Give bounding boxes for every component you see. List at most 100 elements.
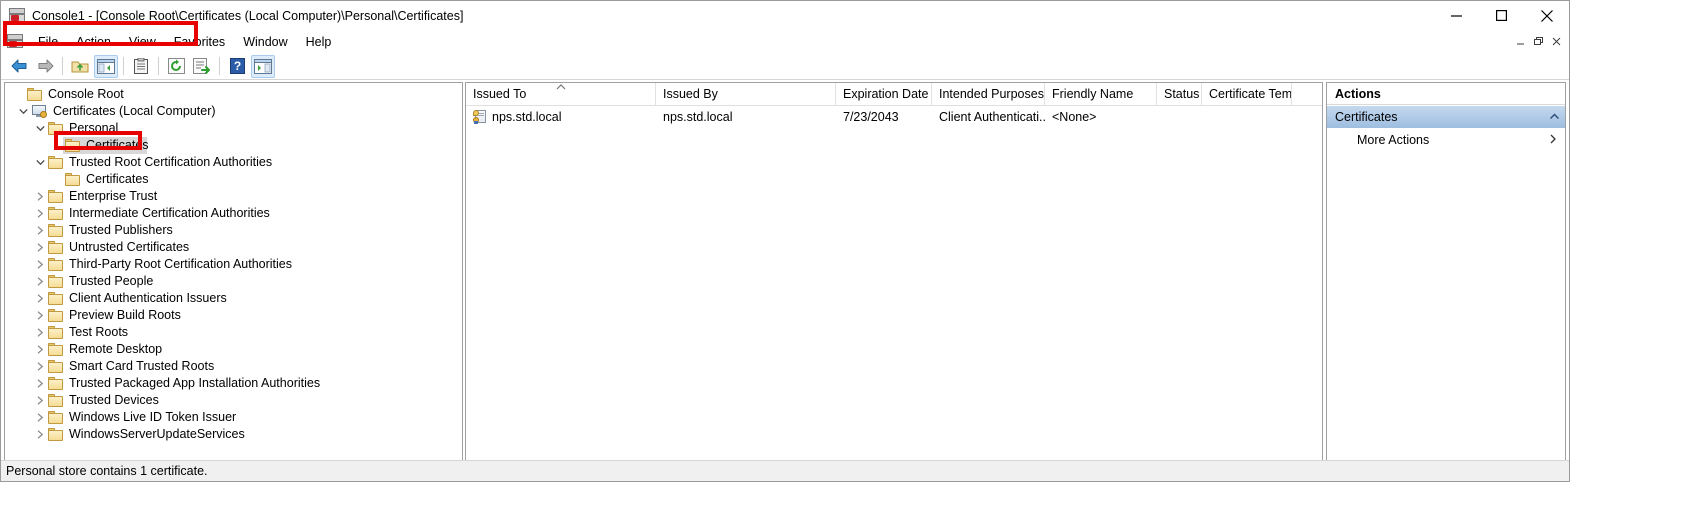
column-header[interactable]: Friendly Name [1045, 83, 1157, 105]
tree-node[interactable]: Smart Card Trusted Roots [5, 358, 462, 375]
mdi-minimize-icon[interactable] [1512, 33, 1529, 49]
up-one-level-button[interactable] [68, 55, 92, 78]
column-header[interactable]: Issued By [656, 83, 836, 105]
chevron-up-icon[interactable] [1550, 113, 1559, 122]
tree-node[interactable]: Remote Desktop [5, 341, 462, 358]
tree-node[interactable]: Enterprise Trust [5, 188, 462, 205]
tree-node[interactable]: Trusted Devices [5, 392, 462, 409]
table-cell: nps.std.local [466, 110, 656, 124]
column-header[interactable]: Certificate Tem... [1202, 83, 1292, 105]
tree-node-label: Third-Party Root Certification Authoriti… [69, 256, 292, 273]
chevron-right-icon[interactable] [32, 342, 48, 358]
certificates-list[interactable]: nps.std.localnps.std.local 7/23/2043 Clien… [466, 106, 1322, 461]
tree-node[interactable]: Client Authentication Issuers [5, 290, 462, 307]
column-header[interactable]: Intended Purposes [932, 83, 1045, 105]
status-text: Personal store contains 1 certificate. [6, 464, 208, 478]
tree-node[interactable]: Certificates [5, 137, 462, 154]
toolbar: ? [1, 53, 1569, 80]
export-list-icon [193, 58, 211, 74]
back-button[interactable] [7, 55, 31, 78]
refresh-button[interactable] [164, 55, 188, 78]
folder-icon [48, 292, 64, 305]
chevron-right-icon[interactable] [32, 410, 48, 426]
chevron-right-icon[interactable] [32, 189, 48, 205]
menu-item-action[interactable]: Action [67, 32, 120, 52]
chevron-right-icon[interactable] [32, 325, 48, 341]
action-item-more-actions[interactable]: More Actions [1327, 128, 1565, 151]
tree-node[interactable]: Test Roots [5, 324, 462, 341]
menu-item-favorites[interactable]: Favorites [165, 32, 234, 52]
tree-node[interactable]: Certificates [5, 171, 462, 188]
chevron-right-icon[interactable] [32, 359, 48, 375]
close-icon[interactable] [1524, 1, 1569, 30]
tree-node[interactable]: Windows Live ID Token Issuer [5, 409, 462, 426]
title-bar: Console1 - [Console Root\Certificates (L… [1, 0, 1569, 30]
chevron-right-icon[interactable] [32, 274, 48, 290]
show-hide-tree-button[interactable] [94, 55, 118, 78]
chevron-right-icon[interactable] [32, 427, 48, 443]
cell-text: 7/23/2043 [843, 110, 899, 124]
menu-item-file[interactable]: File [29, 32, 67, 52]
tree-node[interactable]: Certificates (Local Computer) [5, 103, 462, 120]
minimize-icon[interactable] [1434, 1, 1479, 30]
export-list-button[interactable] [190, 55, 214, 78]
column-header-label: Intended Purposes [939, 87, 1044, 101]
folder-icon [48, 275, 64, 288]
mdi-restore-icon[interactable] [1530, 33, 1547, 49]
tree-node[interactable]: WindowsServerUpdateServices [5, 426, 462, 443]
tree-node[interactable]: Console Root [5, 86, 462, 103]
forward-button[interactable] [33, 55, 57, 78]
tree-node[interactable]: Trusted People [5, 273, 462, 290]
chevron-right-icon[interactable] [32, 308, 48, 324]
certificates-list-pane[interactable]: Issued ToIssued By Expiration Date Intende… [465, 82, 1323, 462]
tree-node[interactable]: Personal [5, 120, 462, 137]
show-hide-action-pane-button[interactable] [251, 55, 275, 78]
chevron-right-icon[interactable] [32, 291, 48, 307]
cell-text: Client Authenticati... [939, 110, 1045, 124]
help-button[interactable]: ? [225, 55, 249, 78]
table-cell: nps.std.local [656, 110, 836, 124]
tree-node[interactable]: Untrusted Certificates [5, 239, 462, 256]
menu-item-view[interactable]: View [120, 32, 165, 52]
column-header[interactable]: Issued To [466, 83, 656, 105]
tree-node[interactable]: Trusted Root Certification Authorities [5, 154, 462, 171]
chevron-down-icon[interactable] [15, 104, 31, 120]
chevron-right-icon[interactable] [32, 223, 48, 239]
properties-button[interactable] [129, 55, 153, 78]
column-header-label: Expiration Date [843, 87, 928, 101]
chevron-down-icon[interactable] [32, 155, 48, 171]
tree-node[interactable]: Third-Party Root Certification Authoriti… [5, 256, 462, 273]
column-header[interactable]: Expiration Date [836, 83, 932, 105]
menu-item-help[interactable]: Help [297, 32, 341, 52]
toolbar-separator [219, 57, 220, 75]
tree-node-label: Trusted Packaged App Installation Author… [69, 375, 320, 392]
tree-node-label: Remote Desktop [69, 341, 162, 358]
tree-node[interactable]: Trusted Packaged App Installation Author… [5, 375, 462, 392]
table-row[interactable]: nps.std.localnps.std.local 7/23/2043 Clien… [466, 106, 1322, 127]
tree-node[interactable]: Preview Build Roots [5, 307, 462, 324]
column-header[interactable]: Status [1157, 83, 1202, 105]
tree-node-label: Windows Live ID Token Issuer [69, 409, 236, 426]
console-tree-pane[interactable]: Console RootCertificates (Local Computer… [4, 82, 463, 462]
menu-bar: File Action View Favorites Window Help [1, 30, 1569, 53]
console-tree[interactable]: Console RootCertificates (Local Computer… [5, 86, 462, 443]
maximize-icon[interactable] [1479, 1, 1524, 30]
chevron-right-icon [1550, 134, 1556, 145]
chevron-right-icon[interactable] [32, 393, 48, 409]
chevron-right-icon[interactable] [32, 376, 48, 392]
tree-node[interactable]: Trusted Publishers [5, 222, 462, 239]
tree-node[interactable]: Intermediate Certification Authorities [5, 205, 462, 222]
tree-node-label: Trusted Root Certification Authorities [69, 154, 272, 171]
chevron-right-icon[interactable] [32, 257, 48, 273]
chevron-right-icon[interactable] [32, 206, 48, 222]
table-cell: Client Authenticati... [932, 110, 1045, 124]
actions-pane: Actions Certificates More Actions [1326, 82, 1566, 462]
chevron-right-icon[interactable] [32, 240, 48, 256]
chevron-down-icon[interactable] [32, 121, 48, 137]
list-column-headers[interactable]: Issued ToIssued By Expiration Date Intende… [466, 83, 1322, 106]
folder-icon [48, 241, 64, 254]
menu-item-window[interactable]: Window [234, 32, 296, 52]
actions-group-certificates[interactable]: Certificates [1327, 105, 1565, 128]
toolbar-separator [62, 57, 63, 75]
mdi-close-icon[interactable] [1548, 33, 1565, 49]
